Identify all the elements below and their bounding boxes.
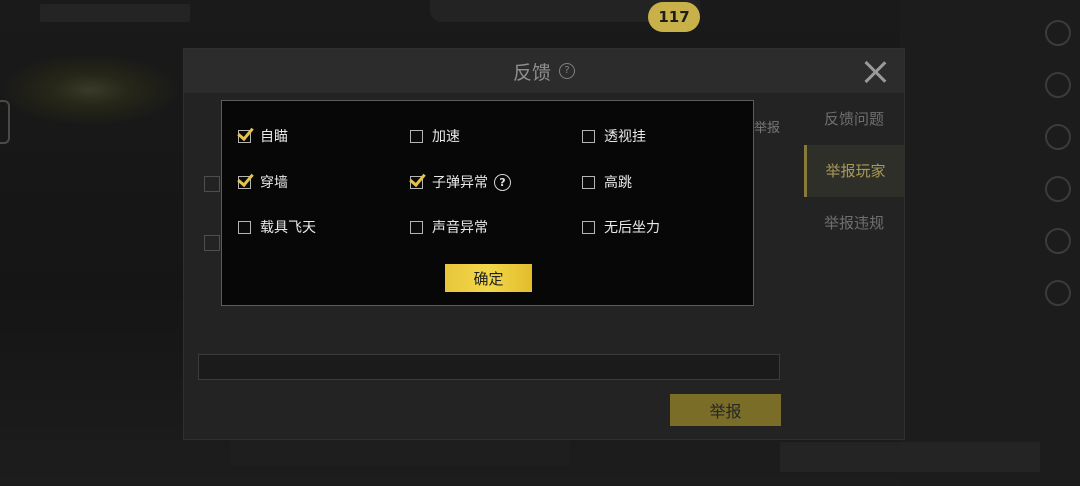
background-bottom-hud — [230, 438, 570, 466]
report-button[interactable]: 举报 — [670, 394, 781, 426]
camera-icon[interactable] — [1045, 228, 1071, 254]
headset-icon[interactable] — [1045, 72, 1071, 98]
feedback-title: 反馈 — [512, 61, 551, 84]
option-flying-vehicle[interactable]: 载具飞天 — [238, 216, 316, 238]
checkbox[interactable] — [238, 220, 251, 234]
check-icon — [409, 169, 426, 187]
background-checkbox[interactable] — [204, 176, 220, 192]
feedback-header: 反馈 ? — [184, 49, 904, 93]
checkbox[interactable] — [582, 175, 595, 189]
option-no-recoil[interactable]: 无后坐力 — [582, 216, 660, 238]
checkbox[interactable] — [410, 220, 423, 234]
option-through-wall[interactable]: 穿墙 — [237, 169, 288, 193]
help-icon[interactable]: ? — [559, 63, 575, 79]
tab-feedback-issue[interactable]: 反馈问题 — [804, 93, 904, 145]
background-top-left-hud — [40, 4, 190, 22]
option-wallhack[interactable]: 透视挂 — [582, 125, 646, 147]
match-timer: 117 — [648, 2, 700, 32]
option-label: 加速 — [432, 129, 460, 145]
tab-report-player[interactable]: 举报玩家 — [804, 145, 904, 197]
report-text-input[interactable] — [198, 354, 780, 380]
gear-icon[interactable] — [1045, 280, 1071, 306]
option-label: 自瞄 — [260, 129, 288, 145]
checkbox[interactable] — [582, 220, 595, 234]
background-bottom-right-hud — [780, 442, 1040, 472]
checkbox[interactable] — [410, 129, 423, 143]
close-icon[interactable] — [862, 59, 888, 85]
option-label: 载具飞天 — [260, 220, 316, 236]
left-edge-handle[interactable] — [0, 100, 10, 144]
option-high-jump[interactable]: 高跳 — [582, 171, 632, 193]
tab-report-violation[interactable]: 举报违规 — [804, 197, 904, 249]
option-label: 子弹异常 — [432, 175, 488, 191]
checkbox[interactable] — [237, 169, 254, 189]
checkbox[interactable] — [237, 123, 254, 143]
option-aimbot[interactable]: 自瞄 — [237, 123, 288, 147]
power-icon[interactable] — [1045, 124, 1071, 150]
option-label: 高跳 — [604, 175, 632, 191]
checkbox[interactable] — [582, 129, 595, 143]
option-label: 无后坐力 — [604, 220, 660, 236]
question-icon[interactable]: ? — [494, 173, 511, 191]
option-label: 透视挂 — [604, 129, 646, 145]
feedback-tabs: 反馈问题 举报玩家 举报违规 — [804, 93, 904, 249]
background-checkbox[interactable] — [204, 235, 220, 251]
report-link[interactable]: 举报 — [754, 117, 780, 136]
option-sound-anomaly[interactable]: 声音异常 — [410, 216, 488, 238]
chat-icon[interactable] — [1045, 176, 1071, 202]
checkbox[interactable] — [409, 169, 426, 189]
settings-icon[interactable] — [1045, 20, 1071, 46]
check-icon — [237, 123, 254, 141]
option-label: 穿墙 — [260, 175, 288, 191]
check-icon — [237, 169, 254, 187]
confirm-button[interactable]: 确定 — [445, 264, 532, 292]
report-reason-popup: 自瞄 加速 透视挂 穿墙 子弹异常 ? 高跳 载具飞天 声音异常 无后坐力 确定 — [221, 100, 754, 306]
option-label: 声音异常 — [432, 220, 488, 236]
right-side-icons — [1045, 20, 1075, 332]
option-bullet-anomaly[interactable]: 子弹异常 ? — [409, 169, 511, 193]
option-speed[interactable]: 加速 — [410, 125, 460, 147]
